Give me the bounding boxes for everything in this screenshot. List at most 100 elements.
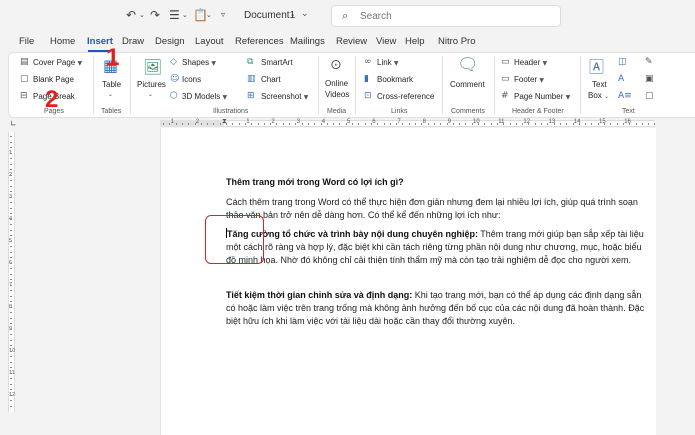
vertical-ruler-tick: [10, 196, 12, 198]
ruler-tick: [421, 123, 423, 125]
paragraph-organization[interactable]: Tăng cường tổ chức và trình bày nội dung…: [226, 228, 650, 267]
bullets-icon[interactable]: ☰: [169, 8, 180, 22]
ruler-number: 5: [347, 119, 351, 125]
cover-page-button[interactable]: Cover Page ▼: [33, 58, 82, 67]
pictures-chevron-icon[interactable]: ⌄: [148, 91, 153, 98]
smartart-button[interactable]: SmartArt: [261, 58, 293, 67]
tab-help[interactable]: Help: [405, 36, 425, 47]
document-title-chevron-icon[interactable]: ⌄: [301, 9, 309, 19]
chart-button[interactable]: Chart: [261, 75, 281, 84]
ruler-tick: [547, 123, 549, 125]
ruler-tick: [295, 123, 297, 125]
3d-models-button[interactable]: 3D Models ▼: [182, 92, 227, 101]
wordart-icon[interactable]: A: [618, 74, 624, 84]
footer-button[interactable]: Footer ▼: [514, 75, 544, 84]
ruler-tick: [345, 123, 347, 125]
header-button[interactable]: Header ▼: [514, 58, 547, 67]
vertical-ruler-tick: [10, 185, 12, 187]
annotation-number-2: 2: [45, 86, 59, 113]
page-number-button[interactable]: Page Number ▼: [514, 92, 570, 101]
paragraph-save-time[interactable]: Tiết kiệm thời gian chỉnh sửa và định dạ…: [226, 289, 650, 328]
blank-page-button[interactable]: Blank Page: [33, 75, 74, 84]
text-box-button[interactable]: Text: [592, 80, 607, 89]
online-videos-button[interactable]: Online: [325, 79, 348, 88]
ruler-tick: [471, 123, 473, 125]
document-heading[interactable]: Thêm trang mới trong Word có lợi ích gì?: [226, 177, 404, 187]
ruler-tick: [194, 123, 196, 125]
table-chevron-icon[interactable]: ⌄: [108, 91, 113, 98]
ruler-tick: [515, 123, 517, 125]
ruler-tick: [213, 123, 215, 125]
signature-line-icon[interactable]: ✎: [645, 57, 653, 67]
bookmark-icon: ▮: [364, 74, 369, 84]
tab-draw[interactable]: Draw: [122, 36, 144, 47]
tab-layout[interactable]: Layout: [195, 36, 224, 47]
drop-cap-icon[interactable]: A≡: [618, 91, 632, 101]
icons-button[interactable]: Icons: [182, 75, 201, 84]
tab-review[interactable]: Review: [336, 36, 367, 47]
ruler-number: 9: [447, 119, 452, 125]
paragraph-intro[interactable]: Cách thêm trang trong Word có thể thực h…: [226, 196, 650, 222]
ruler-tick: [270, 123, 272, 125]
link-button[interactable]: Link ▼: [377, 58, 399, 67]
table-button[interactable]: Table: [102, 80, 121, 89]
customize-toolbar-icon[interactable]: ▿: [221, 10, 225, 19]
group-label-tables: Tables: [101, 108, 122, 115]
chevron-down-icon: ▼: [393, 60, 399, 67]
ruler-tick: [591, 123, 593, 125]
horizontal-ruler[interactable]: [160, 120, 655, 127]
online-videos-icon: ⊙: [330, 57, 342, 73]
paragraph-organization-title: Tăng cường tổ chức và trình bày nội dung…: [227, 229, 478, 239]
bookmark-button[interactable]: Bookmark: [377, 75, 413, 84]
paste-dropdown-chevron-icon[interactable]: ⌄: [206, 11, 212, 19]
tab-file[interactable]: File: [19, 36, 34, 47]
ruler-tick: [251, 123, 253, 125]
ruler-number: 1: [170, 119, 174, 125]
bullets-dropdown-chevron-icon[interactable]: ⌄: [182, 11, 188, 19]
chevron-down-icon: ▼: [539, 77, 544, 84]
vertical-ruler-tick: [10, 202, 12, 203]
ruler-tick: [200, 123, 202, 125]
ruler-tick: [616, 123, 618, 125]
tab-home[interactable]: Home: [50, 36, 75, 47]
vertical-ruler-tick: [10, 207, 12, 209]
ruler-tick: [597, 123, 599, 125]
tab-references[interactable]: References: [235, 36, 284, 47]
shapes-button[interactable]: Shapes ▼: [182, 58, 216, 67]
ruler-tick: [238, 123, 240, 125]
shapes-label: Shapes: [182, 58, 210, 67]
ruler-tick: [553, 123, 555, 125]
tab-selector-icon[interactable]: ∟: [10, 119, 17, 128]
comment-button[interactable]: Comment: [450, 80, 485, 89]
tab-nitro-pro[interactable]: Nitro Pro: [438, 36, 475, 47]
ruler-tick: [509, 123, 511, 125]
vertical-ruler-tick: [10, 389, 12, 390]
tab-view[interactable]: View: [376, 36, 396, 47]
ruler-tick: [629, 123, 631, 125]
ruler-tick: [559, 123, 561, 125]
tab-mailings[interactable]: Mailings: [290, 36, 325, 47]
ruler-tick: [389, 123, 391, 125]
vertical-ruler-tick: [10, 328, 12, 330]
screenshot-button[interactable]: Screenshot ▼: [261, 92, 308, 101]
quick-parts-icon[interactable]: ◫: [618, 57, 627, 67]
vertical-ruler-tick: [10, 262, 12, 264]
cross-reference-button[interactable]: Cross-reference: [377, 92, 434, 101]
date-time-icon[interactable]: ▣: [645, 74, 654, 84]
object-icon[interactable]: ▢: [645, 91, 654, 101]
search-input[interactable]: [360, 9, 550, 23]
chevron-down-icon: ▼: [77, 60, 83, 67]
vertical-ruler-tick: [10, 224, 12, 225]
vertical-ruler-tick: [10, 251, 12, 253]
pictures-button[interactable]: Pictures: [137, 80, 166, 89]
vertical-ruler-tick: [10, 345, 12, 346]
ruler-number: 1: [246, 119, 250, 125]
undo-dropdown-chevron-icon[interactable]: ⌄: [139, 11, 145, 19]
undo-icon[interactable]: ↶: [126, 8, 136, 22]
document-page[interactable]: [160, 128, 656, 435]
tab-design[interactable]: Design: [155, 36, 185, 47]
search-box[interactable]: ⌕: [331, 5, 561, 27]
redo-icon[interactable]: ↷: [150, 8, 160, 22]
group-label-text: Text: [622, 108, 635, 115]
group-label-illustrations: Illustrations: [213, 108, 249, 115]
